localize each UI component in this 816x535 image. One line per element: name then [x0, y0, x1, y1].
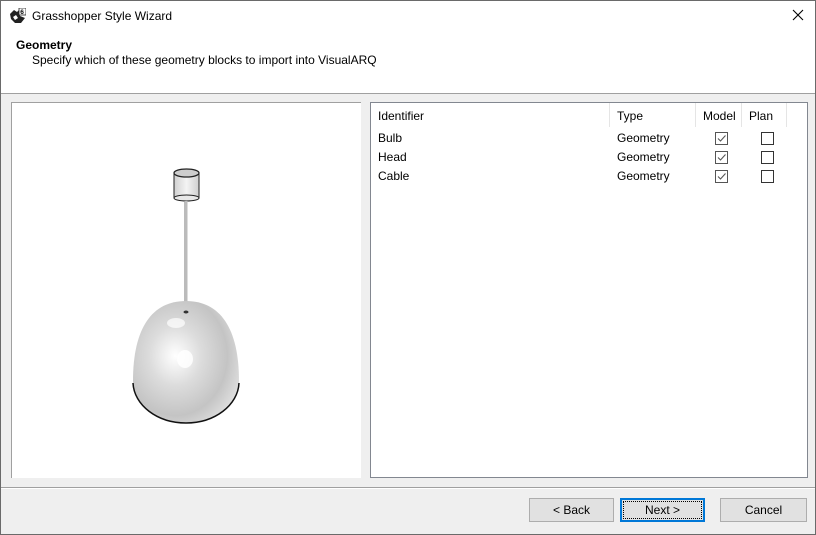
table-row[interactable]: Head Geometry — [371, 148, 807, 167]
column-header-model[interactable]: Model — [696, 103, 742, 127]
column-header-type[interactable]: Type — [610, 103, 696, 127]
geometry-preview — [11, 102, 361, 478]
type-cell: Geometry — [617, 131, 670, 145]
close-icon — [792, 9, 804, 24]
ceiling-cup-shape — [173, 168, 200, 202]
svg-text:6: 6 — [20, 9, 24, 16]
table-row[interactable]: Cable Geometry — [371, 167, 807, 186]
geometry-blocks-table[interactable]: Identifier Type Model Plan Bulb Geometry… — [370, 102, 808, 478]
plan-checkbox[interactable] — [761, 170, 774, 183]
page-subtitle: Specify which of these geometry blocks t… — [32, 53, 377, 67]
table-header: Identifier Type Model Plan — [371, 103, 807, 127]
wizard-window: 6 Grasshopper Style Wizard Geometry Spec… — [0, 0, 816, 535]
type-cell: Geometry — [617, 169, 670, 183]
cancel-button[interactable]: Cancel — [720, 498, 807, 522]
type-cell: Geometry — [617, 150, 670, 164]
table-row[interactable]: Bulb Geometry — [371, 129, 807, 148]
plan-checkbox[interactable] — [761, 151, 774, 164]
identifier-cell: Head — [378, 150, 407, 164]
title-bar: 6 Grasshopper Style Wizard — [1, 1, 815, 31]
model-checkbox[interactable] — [715, 170, 728, 183]
model-checkbox[interactable] — [715, 132, 728, 145]
cable-shape — [184, 201, 188, 311]
checkmark-icon — [717, 173, 726, 180]
window-title: Grasshopper Style Wizard — [32, 9, 173, 23]
page-title: Geometry — [16, 38, 73, 52]
close-button[interactable] — [781, 1, 815, 31]
lamp-preview-image — [132, 168, 240, 424]
column-header-plan[interactable]: Plan — [742, 103, 787, 127]
identifier-cell: Cable — [378, 169, 410, 183]
app-icon: 6 — [9, 7, 27, 24]
next-button[interactable]: Next > — [620, 498, 705, 522]
model-checkbox[interactable] — [715, 151, 728, 164]
checkmark-icon — [717, 135, 726, 142]
column-header-identifier[interactable]: Identifier — [371, 103, 610, 127]
checkmark-icon — [717, 154, 726, 161]
back-button[interactable]: < Back — [529, 498, 614, 522]
lamp-head-shape — [132, 301, 240, 424]
identifier-cell: Bulb — [378, 131, 403, 145]
plan-checkbox[interactable] — [761, 132, 774, 145]
wizard-header: Geometry Specify which of these geometry… — [1, 31, 815, 94]
